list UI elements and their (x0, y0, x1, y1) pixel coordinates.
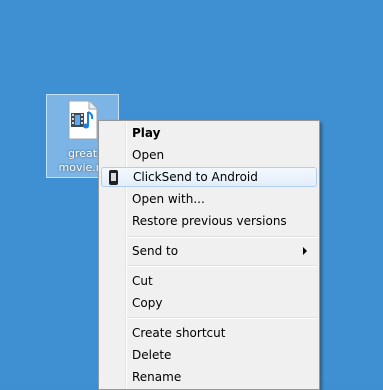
menu-item-delete[interactable]: Delete (101, 345, 317, 365)
context-menu: Play Open ClickSend to Android Open with… (98, 120, 320, 390)
menu-item-label: Copy (132, 296, 163, 310)
menu-item-label: ClickSend to Android (133, 170, 258, 184)
menu-item-label: Restore previous versions (132, 214, 287, 228)
menu-separator (127, 317, 317, 319)
phone-icon (109, 170, 118, 185)
video-file-icon (68, 100, 98, 140)
menu-item-restore-previous-versions[interactable]: Restore previous versions (101, 211, 317, 231)
menu-item-label: Send to (132, 244, 179, 258)
menu-item-open-with[interactable]: Open with... (101, 189, 317, 209)
menu-item-label: Rename (132, 370, 182, 384)
menu-item-create-shortcut[interactable]: Create shortcut (101, 323, 317, 343)
menu-item-clicksend-to-android[interactable]: ClickSend to Android (101, 167, 317, 187)
submenu-arrow-icon (303, 247, 307, 255)
menu-item-play[interactable]: Play (101, 123, 317, 143)
menu-separator (127, 265, 317, 267)
menu-item-copy[interactable]: Copy (101, 293, 317, 313)
menu-item-label: Open (132, 148, 165, 162)
menu-item-label: Create shortcut (132, 326, 226, 340)
menu-item-cut[interactable]: Cut (101, 271, 317, 291)
menu-item-rename[interactable]: Rename (101, 367, 317, 387)
menu-item-send-to[interactable]: Send to (101, 241, 317, 261)
menu-item-label: Open with... (132, 192, 205, 206)
menu-separator (127, 236, 317, 238)
menu-item-open[interactable]: Open (101, 145, 317, 165)
menu-item-label: Delete (132, 348, 172, 362)
menu-item-label: Play (132, 126, 161, 140)
menu-item-label: Cut (132, 274, 153, 288)
